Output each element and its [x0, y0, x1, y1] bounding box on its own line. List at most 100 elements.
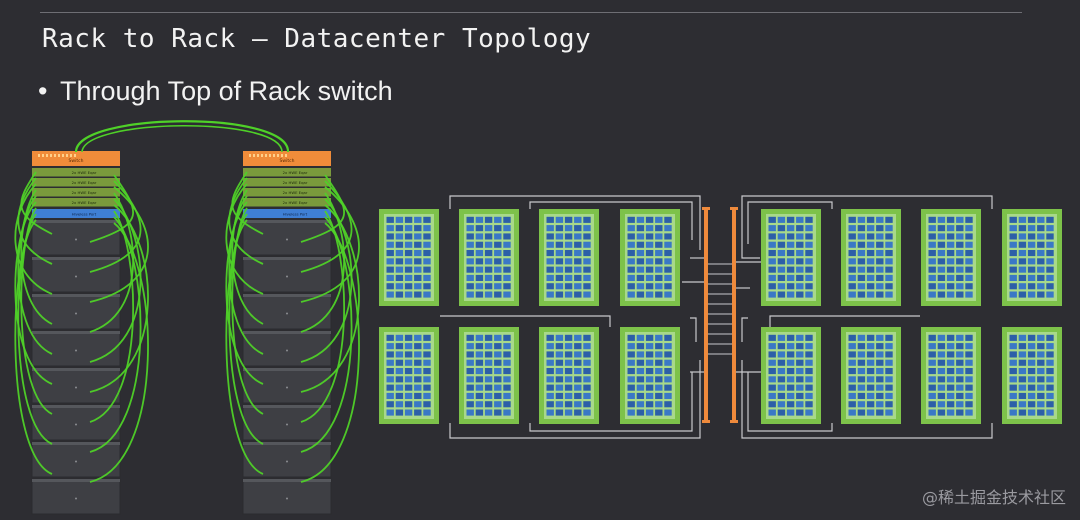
gpu-cell: [627, 258, 635, 265]
gpu-cell: [786, 258, 795, 265]
gpu-cell: [404, 359, 413, 366]
chassis-led: [75, 386, 77, 389]
gpu-cell: [494, 409, 502, 416]
gpu-cell: [857, 376, 866, 383]
switch-port: [46, 154, 48, 157]
gpu-cell: [414, 401, 422, 408]
gpu-cell: [1037, 250, 1045, 257]
gpu-cell: [475, 409, 484, 416]
gpu-cell: [395, 334, 404, 341]
gpu-cell: [414, 334, 422, 341]
gpu-cell: [564, 241, 573, 248]
gpu-cell: [564, 266, 573, 273]
switch-port: [273, 154, 275, 157]
chassis-bezel: [243, 405, 331, 408]
gpu-cell: [1046, 283, 1054, 290]
gpu-cell: [645, 274, 654, 281]
gpu-cell: [564, 274, 573, 281]
gpu-cell: [574, 274, 582, 281]
gpu-cell: [946, 401, 955, 408]
gpu-cell: [1046, 401, 1054, 408]
gpu-cell: [636, 216, 645, 223]
gpu-cell: [503, 359, 511, 366]
gpu-cell: [796, 384, 804, 391]
gpu-cell: [546, 334, 554, 341]
watermark: @稀土掘金技术社区: [921, 488, 1066, 507]
gpu-cell: [1046, 241, 1054, 248]
gpu-cell: [404, 376, 413, 383]
gpu-cell: [664, 241, 672, 248]
gpu-cell: [1046, 266, 1054, 273]
gpu-cell: [423, 376, 431, 383]
gpu-cell: [1009, 291, 1017, 298]
rack-chassis: [31, 441, 121, 478]
gpu-cell: [946, 384, 955, 391]
gpu-cell: [583, 274, 591, 281]
gpu-cell: [928, 283, 936, 290]
gpu-cell: [414, 368, 422, 375]
gpu-cell: [645, 233, 654, 240]
gpu-cell: [583, 250, 591, 257]
gpu-cell: [768, 216, 776, 223]
gpu-cell: [414, 351, 422, 358]
gpu-cell: [956, 266, 964, 273]
gpu-cell: [1046, 384, 1054, 391]
gpu-cell: [555, 216, 564, 223]
gpu-cell: [386, 359, 394, 366]
gpu-cell: [956, 241, 964, 248]
gpu-cell: [386, 409, 394, 416]
fabric-layer: [379, 195, 1062, 439]
gpu-cell: [386, 258, 394, 265]
switch-port: [38, 154, 40, 157]
gpu-cell: [1009, 351, 1017, 358]
gpu-cell: [1037, 368, 1045, 375]
gpu-cell: [1018, 343, 1027, 350]
gpu-cell: [768, 233, 776, 240]
gpu-cell: [937, 291, 946, 298]
gpu-cell: [956, 291, 964, 298]
gpu-cell: [503, 401, 511, 408]
gpu-cell: [484, 216, 493, 223]
gpu-cell: [1037, 283, 1045, 290]
gpu-cell: [564, 258, 573, 265]
rack-blue-label: Hiveless Port: [72, 212, 97, 217]
gpu-cell: [503, 334, 511, 341]
gpu-cell: [627, 359, 635, 366]
gpu-cell: [414, 241, 422, 248]
gpu-cell: [494, 291, 502, 298]
gpu-cell: [423, 250, 431, 257]
gpu-cell: [768, 250, 776, 257]
gpu-cell: [645, 392, 654, 399]
gpu-cell: [494, 283, 502, 290]
gpu-cell: [503, 351, 511, 358]
gpu-cell: [965, 409, 973, 416]
gpu-cell: [1046, 368, 1054, 375]
gpu-cell: [636, 359, 645, 366]
gpu-cell: [546, 368, 554, 375]
gpu-cell: [1046, 334, 1054, 341]
rack-chassis: [31, 478, 121, 515]
gpu-cell: [946, 258, 955, 265]
gpu-cell: [655, 334, 663, 341]
gpu-cell: [946, 274, 955, 281]
gpu-cell: [786, 241, 795, 248]
gpu-cell: [1018, 401, 1027, 408]
gpu-cell: [1037, 225, 1045, 232]
gpu-cell: [885, 283, 893, 290]
gpu-cell: [885, 384, 893, 391]
gpu-cell: [848, 409, 856, 416]
gpu-cell: [1027, 216, 1036, 223]
gpu-cell: [1046, 250, 1054, 257]
gpu-cell: [404, 258, 413, 265]
gpu-cell: [475, 225, 484, 232]
gpu-cell: [805, 241, 813, 248]
gpu-cell: [395, 401, 404, 408]
gpu-cell: [395, 283, 404, 290]
gpu-cell: [876, 384, 884, 391]
switch-port: [253, 154, 255, 157]
gpu-cell: [423, 343, 431, 350]
gpu-cell: [555, 376, 564, 383]
gpu-cell: [965, 225, 973, 232]
gpu-cell: [423, 258, 431, 265]
gpu-cell: [574, 392, 582, 399]
